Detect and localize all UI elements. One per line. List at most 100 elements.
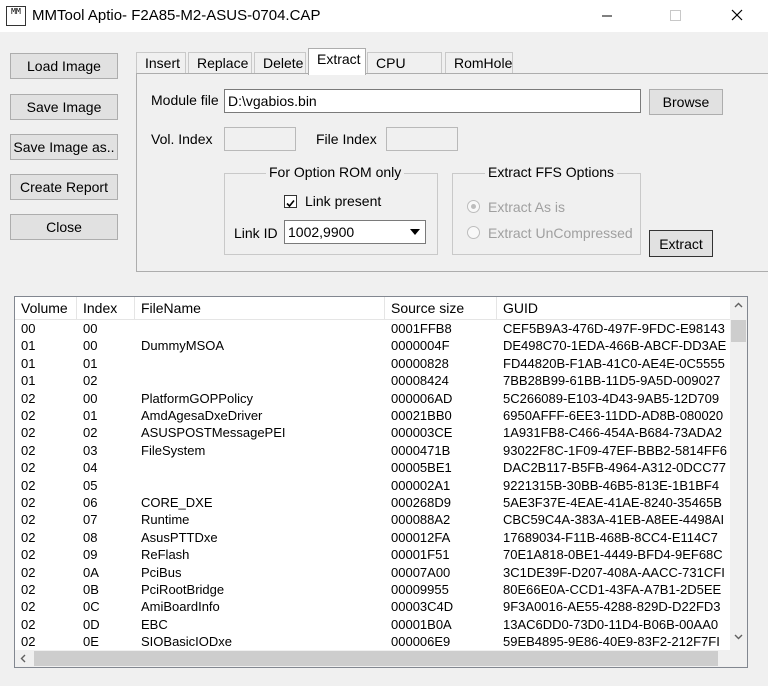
option-rom-group: For Option ROM only Link present Link ID… (224, 164, 438, 255)
extract-as-is-radio[interactable] (467, 200, 480, 213)
tab-insert[interactable]: Insert (136, 52, 186, 74)
column-volume[interactable]: Volume (15, 297, 77, 319)
cell-volume: 02 (21, 547, 36, 563)
tab-replace[interactable]: Replace (188, 52, 252, 74)
cell-volume: 02 (21, 512, 36, 528)
save-image-as-button[interactable]: Save Image as.. (10, 134, 118, 160)
column-index[interactable]: Index (77, 297, 135, 319)
cell-index: 0C (83, 599, 100, 615)
table-row[interactable]: 01 01 00000828 FD44820B-F1AB-41C0-AE4E-0C55… (15, 355, 731, 372)
module-file-input[interactable]: D:\vgabios.bin (224, 89, 641, 113)
cell-guid: FD44820B-F1AB-41C0-AE4E-0C5555 (503, 355, 725, 371)
vertical-scrollbar[interactable] (730, 297, 747, 650)
cell-index: 00 (83, 338, 98, 354)
vol-index-input[interactable] (224, 127, 296, 151)
checkmark-icon (286, 199, 295, 208)
table-row[interactable]: 02 05 000002A1 9221315B-30BB-46B5-813E-1B1B… (15, 477, 731, 494)
cell-index: 09 (83, 547, 98, 563)
load-image-button[interactable]: Load Image (10, 53, 118, 79)
file-index-input[interactable] (386, 127, 458, 151)
table-row[interactable]: 02 0E SIOBasicIODxe 000006E9 59EB4895-9E86-4… (15, 633, 731, 650)
cell-volume: 02 (21, 442, 36, 458)
extract-panel: Module file D:\vgabios.bin Browse Vol. I… (136, 73, 768, 272)
table-row[interactable]: 02 0A PciBus 00007A00 3C1DE39F-D207-408A-AAC… (15, 564, 731, 581)
cell-volume: 02 (21, 582, 36, 597)
cell-source-size: 000268D9 (391, 495, 451, 510)
tab-cpu-patch[interactable]: CPU Patch (367, 52, 442, 91)
table-row[interactable]: 02 00 PlatformGOPPolicy 000006AD 5C266089-E1… (15, 390, 731, 407)
table-row[interactable]: 02 0B PciRootBridge 00009955 80E66E0A-CCD1-4… (15, 581, 731, 598)
close-icon (731, 9, 743, 21)
cell-filename: SIOBasicIODxe (141, 634, 233, 650)
chevron-down-icon[interactable] (405, 222, 424, 242)
module-list[interactable]: Volume Index FileName Source size GUID 0… (14, 296, 748, 668)
table-row[interactable]: 02 08 AsusPTTDxe 000012FA 17689034-F11B-468B… (15, 529, 731, 546)
table-row[interactable]: 02 0D EBC 00001B0A 13AC6DD0-73D0-11D4-B06B-0… (15, 616, 731, 633)
vertical-scroll-thumb[interactable] (731, 320, 746, 342)
cell-source-size: 00008424 (391, 373, 449, 389)
cell-volume: 02 (21, 634, 36, 650)
scroll-left-icon[interactable] (15, 650, 32, 667)
app-icon[interactable]: MM (6, 6, 26, 26)
link-present-checkbox[interactable] (284, 195, 297, 208)
create-report-button[interactable]: Create Report (10, 174, 118, 200)
cell-source-size: 000002A1 (391, 477, 451, 493)
scroll-up-icon[interactable] (730, 297, 747, 319)
cell-guid: 70E1A818-0BE1-4449-BFD4-9EF68C (503, 547, 723, 563)
table-row[interactable]: 02 04 00005BE1 DAC2B117-B5FB-4964-A312-0DCC… (15, 459, 731, 476)
cell-source-size: 000006E9 (391, 634, 451, 650)
column-source-size[interactable]: Source size (385, 297, 497, 319)
cell-source-size: 00005BE1 (391, 460, 452, 476)
cell-guid: 80E66E0A-CCD1-43FA-A7B1-2D5EE (503, 582, 722, 597)
minimize-button[interactable] (584, 0, 630, 32)
module-file-label: Module file (151, 92, 219, 108)
cell-volume: 02 (21, 616, 36, 632)
cell-volume: 02 (21, 564, 36, 580)
close-button[interactable]: Close (10, 214, 118, 240)
cell-volume: 01 (21, 355, 36, 371)
table-row[interactable]: 02 02 ASUSPOSTMessagePEI 000003CE 1A931FB8-C… (15, 424, 731, 441)
horizontal-scrollbar[interactable] (15, 650, 732, 667)
save-image-button[interactable]: Save Image (10, 94, 118, 120)
extract-button[interactable]: Extract (649, 230, 713, 257)
cell-volume: 01 (21, 373, 36, 389)
cell-source-size: 0000004F (391, 338, 450, 354)
table-row[interactable]: 02 07 Runtime 000088A2 CBC59C4A-383A-41EB-A8… (15, 511, 731, 528)
extract-as-is-label: Extract As is (488, 199, 566, 215)
ffs-options-group: Extract FFS Options Extract As is Extrac… (452, 164, 641, 255)
close-window-button[interactable] (714, 0, 760, 32)
link-id-value: 1002,9900 (288, 224, 355, 240)
cell-volume: 02 (21, 460, 36, 476)
cell-source-size: 00009955 (391, 582, 449, 597)
scroll-down-icon[interactable] (730, 628, 747, 650)
maximize-button[interactable] (652, 0, 698, 32)
table-row[interactable]: 02 09 ReFlash 00001F51 70E1A818-0BE1-4449-BF… (15, 546, 731, 563)
cell-source-size: 0001FFB8 (391, 321, 452, 336)
cell-guid: DAC2B117-B5FB-4964-A312-0DCC77 (503, 460, 727, 476)
cell-index: 00 (83, 321, 98, 336)
table-row[interactable]: 00 00 0001FFB8 CEF5B9A3-476D-497F-9FDC-E981… (15, 320, 731, 337)
table-row[interactable]: 02 01 AmdAgesaDxeDriver 00021BB0 6950AFFF-6E… (15, 407, 731, 424)
cell-filename: AsusPTTDxe (141, 529, 218, 545)
browse-button[interactable]: Browse (649, 89, 723, 115)
tab-delete[interactable]: Delete (254, 52, 306, 74)
table-row[interactable]: 02 06 CORE_DXE 000268D9 5AE3F37E-4EAE-41AE-8… (15, 494, 731, 511)
cell-index: 02 (83, 373, 98, 389)
cell-filename: ReFlash (141, 547, 190, 563)
option-rom-group-title: For Option ROM only (266, 164, 405, 180)
extract-uncompressed-radio[interactable] (467, 226, 480, 239)
tab-extract[interactable]: Extract (308, 48, 366, 75)
table-row[interactable]: 02 0C AmiBoardInfo 00003C4D 9F3A0016-AE55-42… (15, 598, 731, 615)
table-row[interactable]: 01 00 DummyMSOA 0000004F DE498C70-1EDA-466B-… (15, 337, 731, 354)
cell-source-size: 00000828 (391, 355, 449, 371)
table-row[interactable]: 01 02 00008424 7BB28B99-61BB-11D5-9A5D-0090… (15, 372, 731, 389)
link-id-select[interactable]: 1002,9900 (284, 220, 426, 244)
table-row[interactable]: 02 03 FileSystem 0000471B 93022F8C-1F09-47EF… (15, 442, 731, 459)
cell-source-size: 000006AD (391, 390, 453, 406)
column-filename[interactable]: FileName (135, 297, 385, 319)
tab-romhole[interactable]: RomHole (445, 52, 513, 74)
cell-index: 0B (83, 582, 99, 597)
column-guid[interactable]: GUID (497, 297, 731, 319)
horizontal-scroll-thumb[interactable] (34, 651, 718, 666)
cell-index: 04 (83, 460, 98, 476)
